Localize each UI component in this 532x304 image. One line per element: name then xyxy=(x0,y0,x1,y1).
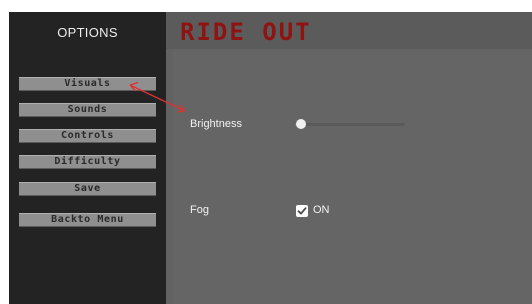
sounds-button[interactable]: Sounds xyxy=(19,103,156,117)
game-title: RIDE OUT xyxy=(180,18,312,46)
difficulty-button[interactable]: Difficulty xyxy=(19,155,156,169)
back-to-menu-button[interactable]: Backto Menu xyxy=(19,213,156,227)
visuals-settings-panel: Brightness Fog ON xyxy=(173,49,532,304)
save-button[interactable]: Save xyxy=(19,182,156,196)
visuals-button[interactable]: Visuals xyxy=(19,77,156,91)
main-panel: RIDE OUT Brightness Fog ON xyxy=(166,12,532,304)
sidebar-title: OPTIONS xyxy=(57,25,118,40)
options-sidebar: OPTIONS Visuals Sounds Controls Difficul… xyxy=(9,12,166,304)
controls-button[interactable]: Controls xyxy=(19,129,156,143)
fog-label: Fog xyxy=(190,204,209,216)
options-screen: OPTIONS Visuals Sounds Controls Difficul… xyxy=(0,0,532,304)
check-icon xyxy=(297,207,307,215)
brightness-slider[interactable] xyxy=(295,123,405,126)
brightness-label: Brightness xyxy=(190,118,242,130)
header-bar: RIDE OUT xyxy=(166,12,532,49)
fog-state-label: ON xyxy=(313,204,330,216)
fog-checkbox[interactable] xyxy=(296,205,308,217)
brightness-slider-handle[interactable] xyxy=(296,119,307,129)
